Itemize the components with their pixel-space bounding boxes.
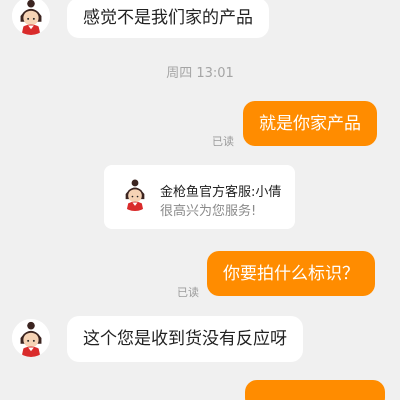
read-status: 已读 xyxy=(212,135,234,148)
timestamp: 周四 13:01 xyxy=(166,66,234,81)
agent-avatar[interactable] xyxy=(118,177,152,211)
girl-avatar-icon xyxy=(12,319,50,357)
message-bubble-incoming[interactable]: 感觉不是我们家的产品 xyxy=(67,0,269,38)
agent-info-card[interactable]: 金枪鱼官方客服:小倩 很高兴为您服务! xyxy=(104,165,295,229)
message-bubble-outgoing-partial[interactable] xyxy=(245,380,385,400)
message-bubble-outgoing[interactable]: 就是你家产品 xyxy=(243,101,377,146)
girl-avatar-icon xyxy=(12,0,50,35)
message-bubble-incoming[interactable]: 这个您是收到货没有反应呀 xyxy=(67,316,303,362)
read-status: 已读 xyxy=(177,286,199,299)
agent-avatar[interactable] xyxy=(12,0,50,35)
agent-card-title: 金枪鱼官方客服:小倩 xyxy=(160,185,282,200)
girl-avatar-icon xyxy=(118,177,152,211)
agent-card-subtitle: 很高兴为您服务! xyxy=(160,204,257,219)
message-text: 就是你家产品 xyxy=(259,113,361,134)
agent-avatar[interactable] xyxy=(12,319,50,357)
message-bubble-outgoing[interactable]: 你要拍什么标识？ xyxy=(207,251,375,296)
message-text: 这个您是收到货没有反应呀 xyxy=(83,329,287,349)
message-text: 感觉不是我们家的产品 xyxy=(83,8,253,28)
message-text: 你要拍什么标识？ xyxy=(223,263,359,284)
chat-window: 感觉不是我们家的产品 周四 13:01 就是你家产品 已读 金枪鱼官方客服:小倩… xyxy=(0,0,400,400)
